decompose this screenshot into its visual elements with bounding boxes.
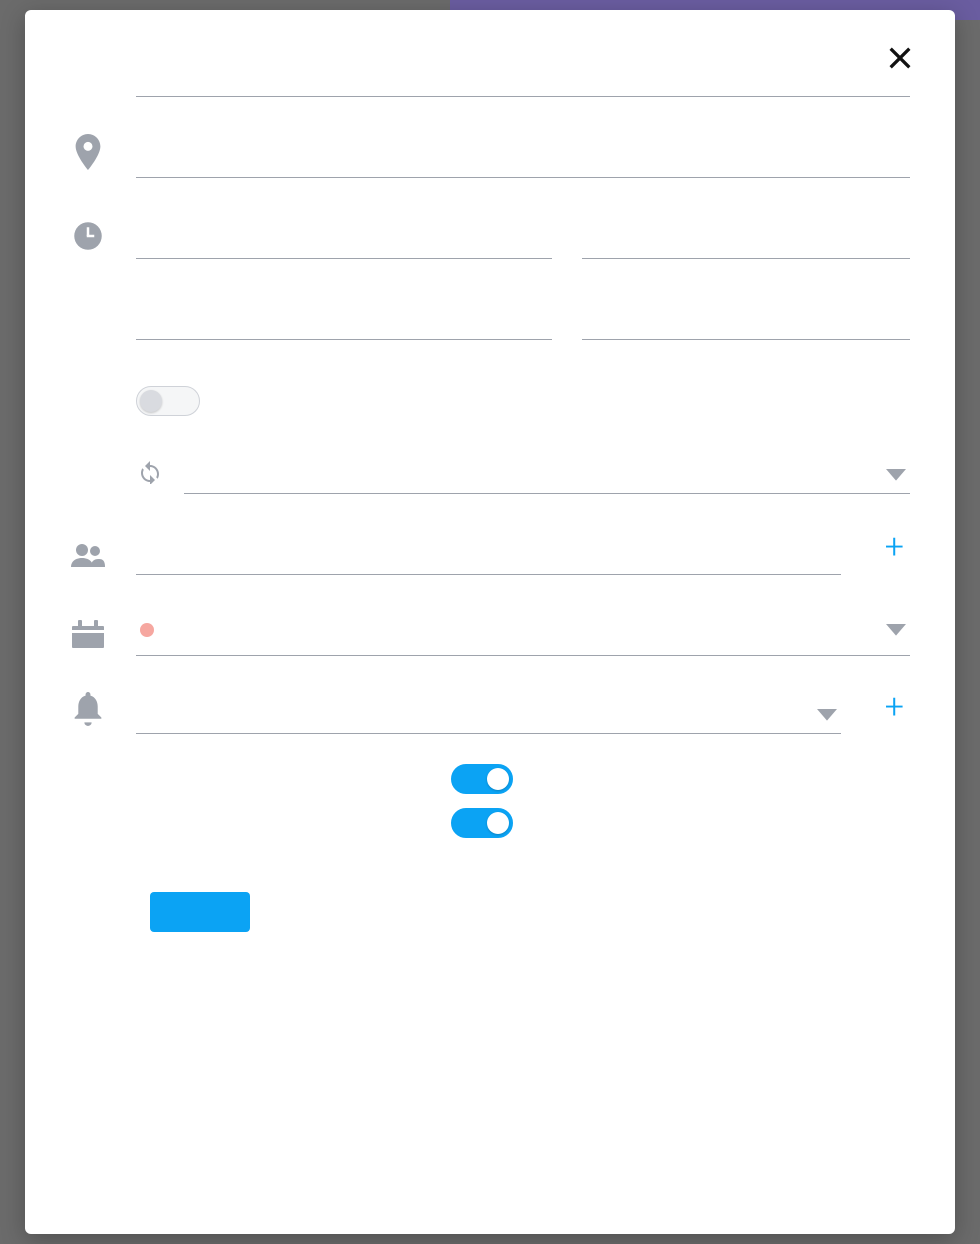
calendar-color-dot xyxy=(140,623,154,637)
invitees-input[interactable] xyxy=(136,528,841,574)
end-date-input[interactable] xyxy=(136,293,552,340)
end-time-input[interactable] xyxy=(582,293,910,340)
event-title-input[interactable] xyxy=(136,50,910,97)
notification-select[interactable] xyxy=(136,701,841,734)
chevron-down-icon xyxy=(886,624,906,638)
save-button[interactable] xyxy=(150,892,250,932)
clock-icon xyxy=(70,221,106,259)
notif-email-toggle[interactable] xyxy=(451,764,513,794)
repeat-icon xyxy=(136,460,164,494)
notif-mobile-desktop-toggle[interactable] xyxy=(451,808,513,838)
bell-icon xyxy=(70,692,106,734)
all-day-toggle[interactable] xyxy=(136,386,200,416)
chevron-down-icon xyxy=(817,709,837,723)
invitees-icon xyxy=(70,543,106,575)
calendar-select[interactable] xyxy=(136,609,910,656)
start-time-input[interactable] xyxy=(582,212,910,259)
location-icon xyxy=(70,134,106,178)
repeat-select[interactable] xyxy=(184,461,910,494)
chevron-down-icon xyxy=(886,469,906,483)
event-editor-modal: + + xyxy=(25,10,955,1234)
add-invitee-button[interactable]: + xyxy=(883,530,910,574)
calendar-icon xyxy=(70,620,106,656)
start-date-input[interactable] xyxy=(136,212,552,259)
location-input[interactable] xyxy=(136,131,910,178)
add-notification-button[interactable]: + xyxy=(883,690,910,734)
close-icon[interactable] xyxy=(880,38,920,78)
